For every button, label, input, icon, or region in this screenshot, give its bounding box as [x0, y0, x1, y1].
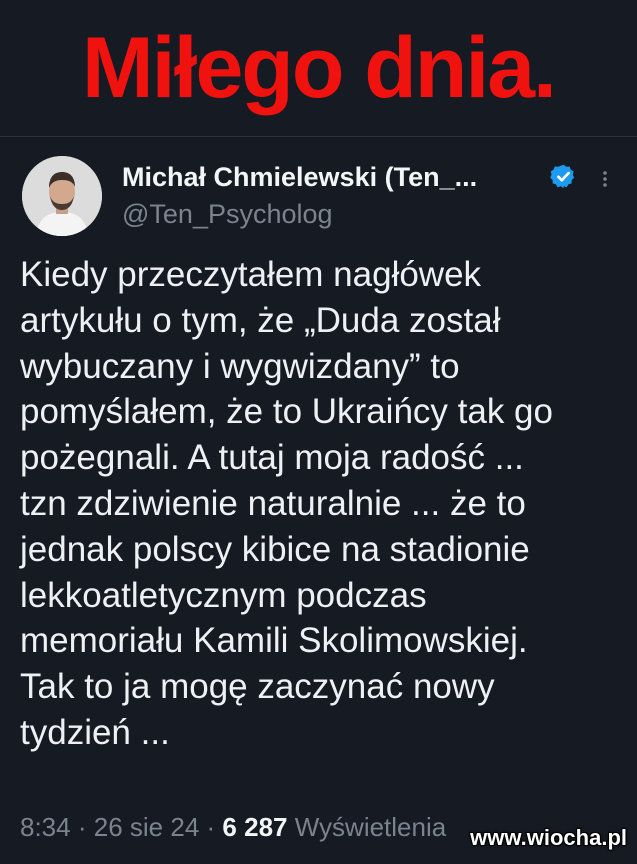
more-options-icon[interactable] [598, 165, 612, 193]
tweet-line: pożegnali. A tutaj moja radość ... [20, 438, 524, 478]
tweet-line: pomyślałem, że to Ukraińcy tak go [20, 392, 553, 432]
views-count: 6 287 [222, 812, 288, 842]
tweet-line: Tak to ja mogę zaczynać nowy [20, 667, 495, 707]
watermark: www.wiocha.pl [470, 825, 627, 850]
tweet-date[interactable]: 26 sie 24 [94, 812, 200, 842]
tweet-meta: 8:34 · 26 sie 24 · 6 287 Wyświetlenia [20, 810, 446, 844]
meta-separator: · [206, 812, 216, 842]
tweet-line: tzn zdziwienie naturalnie ... że to [20, 483, 526, 523]
meta-separator: · [77, 812, 87, 842]
divider [0, 136, 637, 137]
tweet-time[interactable]: 8:34 [20, 812, 71, 842]
views-label: Wyświetlenia [294, 812, 447, 842]
tweet-text: Kiedy przeczytałem nagłówek artykułu o t… [20, 252, 625, 756]
tweet-line: artykułu o tym, że „Duda został [20, 300, 501, 340]
verified-badge-icon [550, 164, 575, 189]
tweet-line: wybuczany i wygwizdany” to [20, 346, 460, 386]
author-handle[interactable]: @Ten_Psycholog [122, 198, 333, 230]
tweet-line: memoriału Kamili Skolimowskiej. [20, 621, 528, 661]
headline: Miłego dnia. [82, 20, 557, 116]
tweet-line: tydzień ... [20, 712, 170, 752]
avatar-photo [22, 156, 102, 236]
author-name[interactable]: Michał Chmielewski (Ten_... [122, 161, 477, 193]
tweet-line: jednak polscy kibice na stadionie [20, 529, 530, 569]
tweet-line: Kiedy przeczytałem nagłówek [20, 255, 482, 294]
avatar[interactable] [22, 156, 102, 236]
tweet-line: lekkoatletycznym podczas [20, 575, 427, 615]
